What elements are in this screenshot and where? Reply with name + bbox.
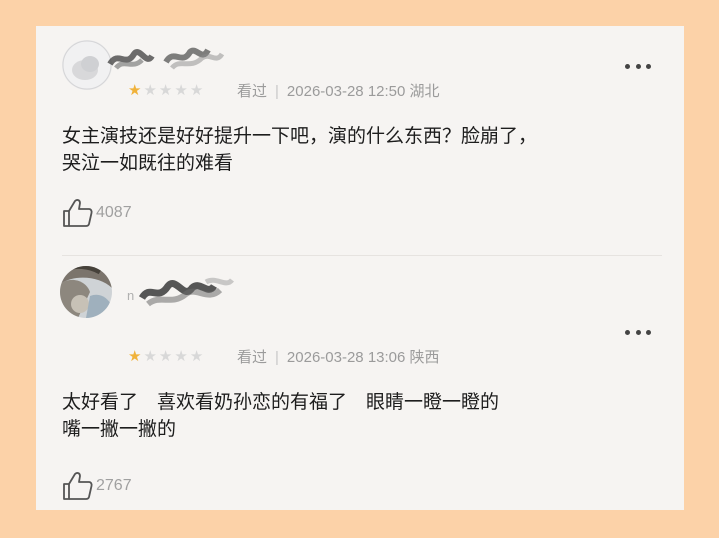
username-blurred[interactable] — [106, 42, 226, 72]
review-datetime: 2026-03-28 12:50 — [286, 83, 406, 100]
review-text-line: 太好看了 喜欢看奶孙恋的有福了 眼睛一瞪一瞪的 — [62, 391, 500, 413]
review-datetime: 2026-03-28 13:06 — [286, 349, 406, 366]
like-count: 2767 — [96, 477, 132, 494]
review-meta: 看过 | 2026-03-28 13:06 陕西 — [237, 349, 440, 366]
like-button[interactable]: 4087 — [62, 198, 132, 228]
star-icon: ★ — [189, 81, 204, 99]
review-text-line: 哭泣一如既往的难看 — [62, 152, 234, 174]
star-icon: ★ — [143, 347, 157, 365]
review-item: n ★ ★ ★ ★ ★ 看过 | 2026-03-28 13:06 陕西 太好看了 … — [36, 256, 684, 510]
rating-stars: ★ ★ ★ ★ ★ — [128, 349, 203, 364]
username-blurred[interactable] — [136, 274, 236, 308]
watch-status: 看过 — [237, 349, 268, 366]
avatar[interactable] — [62, 40, 112, 90]
review-text-line: 嘴一撇一撇的 — [62, 418, 177, 440]
review-location: 陕西 — [409, 349, 440, 366]
review-location: 湖北 — [409, 83, 440, 100]
star-icon: ★ — [174, 81, 188, 99]
like-button[interactable]: 2767 — [62, 471, 132, 501]
review-meta: 看过 | 2026-03-28 12:50 湖北 — [237, 83, 440, 100]
thumbs-up-icon — [63, 199, 93, 227]
star-icon: ★ — [128, 347, 142, 365]
watch-status: 看过 — [237, 83, 268, 100]
star-icon: ★ — [189, 347, 204, 365]
review-item: ★ ★ ★ ★ ★ 看过 | 2026-03-28 12:50 湖北 女主演技还是好… — [36, 26, 684, 255]
rating-stars: ★ ★ ★ ★ ★ — [128, 83, 203, 98]
like-count: 4087 — [96, 204, 132, 221]
review-text-line: 女主演技还是好好提升一下吧，演的什么东西？脸崩了， — [62, 125, 538, 147]
star-icon: ★ — [128, 81, 142, 99]
star-icon: ★ — [158, 347, 173, 365]
more-options-button[interactable] — [625, 62, 651, 70]
review-content: 太好看了 喜欢看奶孙恋的有福了 眼睛一瞪一瞪的 嘴一撇一撇的 — [62, 389, 662, 443]
more-dots-icon — [625, 63, 630, 69]
star-icon: ★ — [143, 81, 157, 99]
thumbs-up-icon — [63, 472, 93, 500]
more-dots-icon — [625, 329, 630, 335]
comment-card: ★ ★ ★ ★ ★ 看过 | 2026-03-28 12:50 湖北 女主演技还是好… — [36, 26, 684, 510]
star-icon: ★ — [158, 81, 173, 99]
username-visible-part[interactable]: n — [127, 288, 134, 303]
review-content: 女主演技还是好好提升一下吧，演的什么东西？脸崩了， 哭泣一如既往的难看 — [62, 123, 662, 177]
more-options-button[interactable] — [625, 328, 651, 336]
avatar[interactable] — [60, 266, 112, 318]
star-icon: ★ — [174, 347, 188, 365]
